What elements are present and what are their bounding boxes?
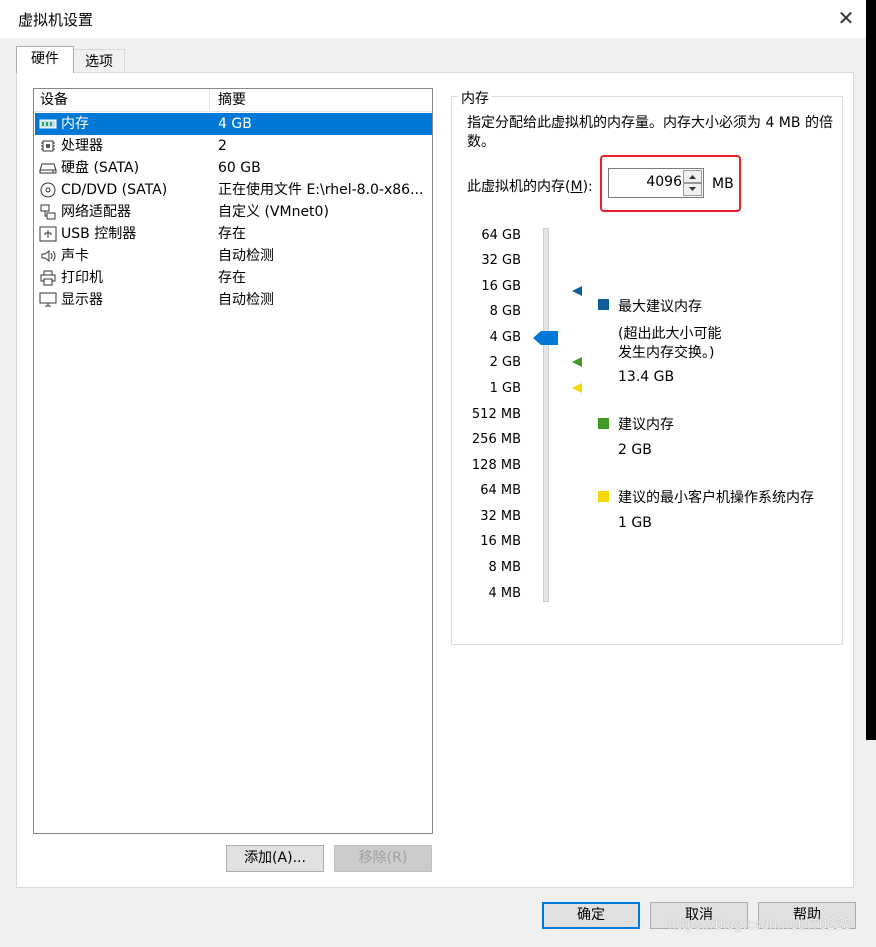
network-adapter-icon [40, 204, 56, 220]
device-summary: 存在 [218, 270, 246, 286]
slider-tick-label: 16 MB [480, 534, 521, 549]
device-name: CD/DVD (SATA) [61, 182, 168, 198]
slider-tick-label: 64 MB [480, 483, 521, 498]
device-row-sound-card[interactable]: 声卡 自动检测 [35, 245, 432, 267]
max-recommended-marker-icon [572, 286, 582, 296]
device-summary: 正在使用文件 E:\rhel-8.0-x86... [218, 182, 424, 198]
device-name: 网络适配器 [61, 204, 131, 220]
slider-tick-label: 2 GB [489, 355, 521, 370]
memory-slider-track[interactable] [543, 228, 549, 602]
rec-legend-swatch [598, 418, 609, 429]
slider-tick-label: 16 GB [481, 279, 521, 294]
device-row-processor[interactable]: 处理器 2 [35, 135, 432, 157]
rec-legend-value: 2 GB [618, 442, 652, 458]
tab-options[interactable]: 选项 [73, 49, 125, 73]
add-device-button[interactable]: 添加(A)... [226, 845, 324, 872]
device-summary: 60 GB [218, 160, 261, 176]
memory-label-prefix: 此虚拟机的内存( [467, 179, 571, 195]
min-legend-title: 建议的最小客户机操作系统内存 [618, 490, 814, 506]
device-row-cd-dvd[interactable]: CD/DVD (SATA) 正在使用文件 E:\rhel-8.0-x86... [35, 179, 432, 201]
cd-dvd-icon [40, 182, 56, 198]
min-recommended-marker-icon [572, 383, 582, 393]
memory-group-title: 内存 [458, 88, 492, 108]
device-name: 声卡 [61, 248, 89, 264]
max-legend-note-2: 发生内存交换。) [618, 345, 715, 361]
slider-tick-label: 4 MB [488, 586, 521, 601]
remove-device-button[interactable]: 移除(R) [334, 845, 432, 872]
slider-tick-label: 32 MB [480, 509, 521, 524]
close-icon[interactable]: ✕ [832, 4, 860, 32]
memory-description: 指定分配给此虚拟机的内存量。内存大小必须为 4 MB 的倍数。 [467, 115, 833, 150]
title-bar: 虚拟机设置 ✕ [0, 0, 866, 38]
vm-settings-dialog: 虚拟机设置 ✕ 硬件 选项 设备 摘要 内存 4 GB 处理器 2 硬盘 (SA… [0, 0, 866, 947]
printer-icon [40, 270, 56, 286]
memory-field-label: 此虚拟机的内存(M): [467, 176, 593, 196]
device-name: 硬盘 (SATA) [61, 160, 140, 176]
max-legend-note-1: (超出此大小可能 [618, 326, 722, 342]
speaker-icon [41, 250, 56, 262]
min-legend-swatch [598, 491, 609, 502]
device-row-hard-disk[interactable]: 硬盘 (SATA) 60 GB [35, 157, 432, 179]
max-legend-value: 13.4 GB [618, 369, 675, 385]
device-name: USB 控制器 [61, 226, 137, 242]
device-row-printer[interactable]: 打印机 存在 [35, 267, 432, 289]
device-summary: 自定义 (VMnet0) [218, 204, 329, 220]
slider-tick-label: 512 MB [471, 407, 521, 422]
device-name: 打印机 [61, 270, 103, 286]
recommended-marker-icon [572, 357, 582, 367]
device-row-usb-controller[interactable]: USB 控制器 存在 [35, 223, 432, 245]
device-row-network-adapter[interactable]: 网络适配器 自定义 (VMnet0) [35, 201, 432, 223]
device-summary: 4 GB [218, 116, 252, 132]
column-header-summary[interactable]: 摘要 [211, 89, 432, 112]
device-name: 内存 [61, 116, 89, 132]
min-legend-value: 1 GB [618, 515, 652, 531]
hard-disk-icon [39, 163, 57, 174]
device-summary: 自动检测 [218, 248, 274, 264]
highlight-annotation [600, 155, 741, 212]
memory-slider-thumb[interactable] [533, 330, 559, 346]
slider-tick-label: 1 GB [489, 381, 521, 396]
background-window-lower [866, 740, 876, 947]
tab-hardware[interactable]: 硬件 [16, 46, 74, 73]
memory-label-suffix: ): [582, 179, 593, 195]
slider-tick-label: 128 MB [471, 458, 521, 473]
slider-tick-label: 64 GB [481, 228, 521, 243]
device-name: 处理器 [61, 138, 103, 154]
memory-icon [39, 119, 57, 129]
device-row-display[interactable]: 显示器 自动检测 [35, 289, 432, 311]
device-summary: 2 [218, 138, 227, 154]
column-header-device[interactable]: 设备 [34, 89, 210, 112]
window-title: 虚拟机设置 [18, 11, 94, 29]
device-summary: 存在 [218, 226, 246, 242]
memory-label-accesskey: M [570, 179, 583, 195]
ok-button[interactable]: 确定 [542, 902, 640, 929]
background-window [866, 0, 876, 740]
slider-tick-label: 8 MB [488, 560, 521, 575]
rec-legend-title: 建议内存 [618, 417, 674, 433]
slider-tick-label: 8 GB [489, 304, 521, 319]
slider-tick-label: 4 GB [489, 330, 521, 345]
device-name: 显示器 [61, 292, 103, 308]
watermark: https://blog.csdn.net/IT0225 [668, 918, 852, 933]
device-row-memory[interactable]: 内存 4 GB [35, 113, 432, 135]
slider-tick-label: 256 MB [471, 432, 521, 447]
monitor-icon [39, 292, 57, 307]
max-legend-title: 最大建议内存 [618, 299, 702, 315]
processor-icon [41, 140, 55, 152]
max-legend-swatch [598, 299, 609, 310]
device-summary: 自动检测 [218, 292, 274, 308]
slider-tick-label: 32 GB [481, 253, 521, 268]
usb-icon [39, 226, 57, 242]
